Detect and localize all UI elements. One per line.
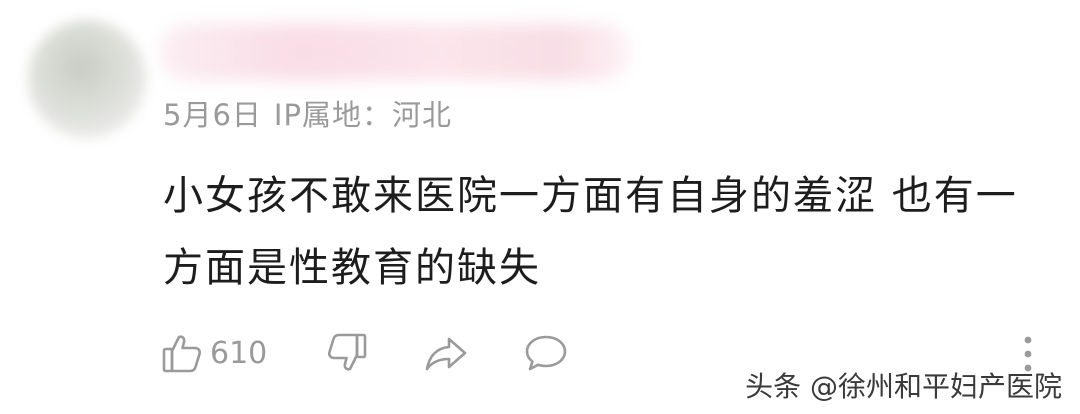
comment-bubble-icon: [523, 331, 569, 375]
share-arrow-icon: [423, 331, 469, 375]
username-blurred[interactable]: [160, 24, 630, 80]
watermark: 头条 @徐州和平妇产医院: [745, 370, 1062, 403]
like-count: 610: [210, 335, 268, 371]
comment-meta: 5月6日 IP属地：河北: [163, 92, 452, 134]
ip-location: IP属地：河北: [273, 98, 452, 132]
thumbs-up-icon: [160, 331, 204, 375]
dislike-button[interactable]: [325, 330, 369, 376]
comment-date: 5月6日: [163, 98, 262, 132]
thumbs-down-icon: [325, 331, 369, 375]
reply-button[interactable]: [523, 330, 569, 376]
avatar[interactable]: [28, 20, 146, 138]
share-button[interactable]: [423, 330, 469, 376]
like-button[interactable]: 610: [160, 330, 267, 376]
comment-text: 小女孩不敢来医院一方面有自身的羞涩 也有一方面是性教育的缺失: [163, 173, 1018, 291]
